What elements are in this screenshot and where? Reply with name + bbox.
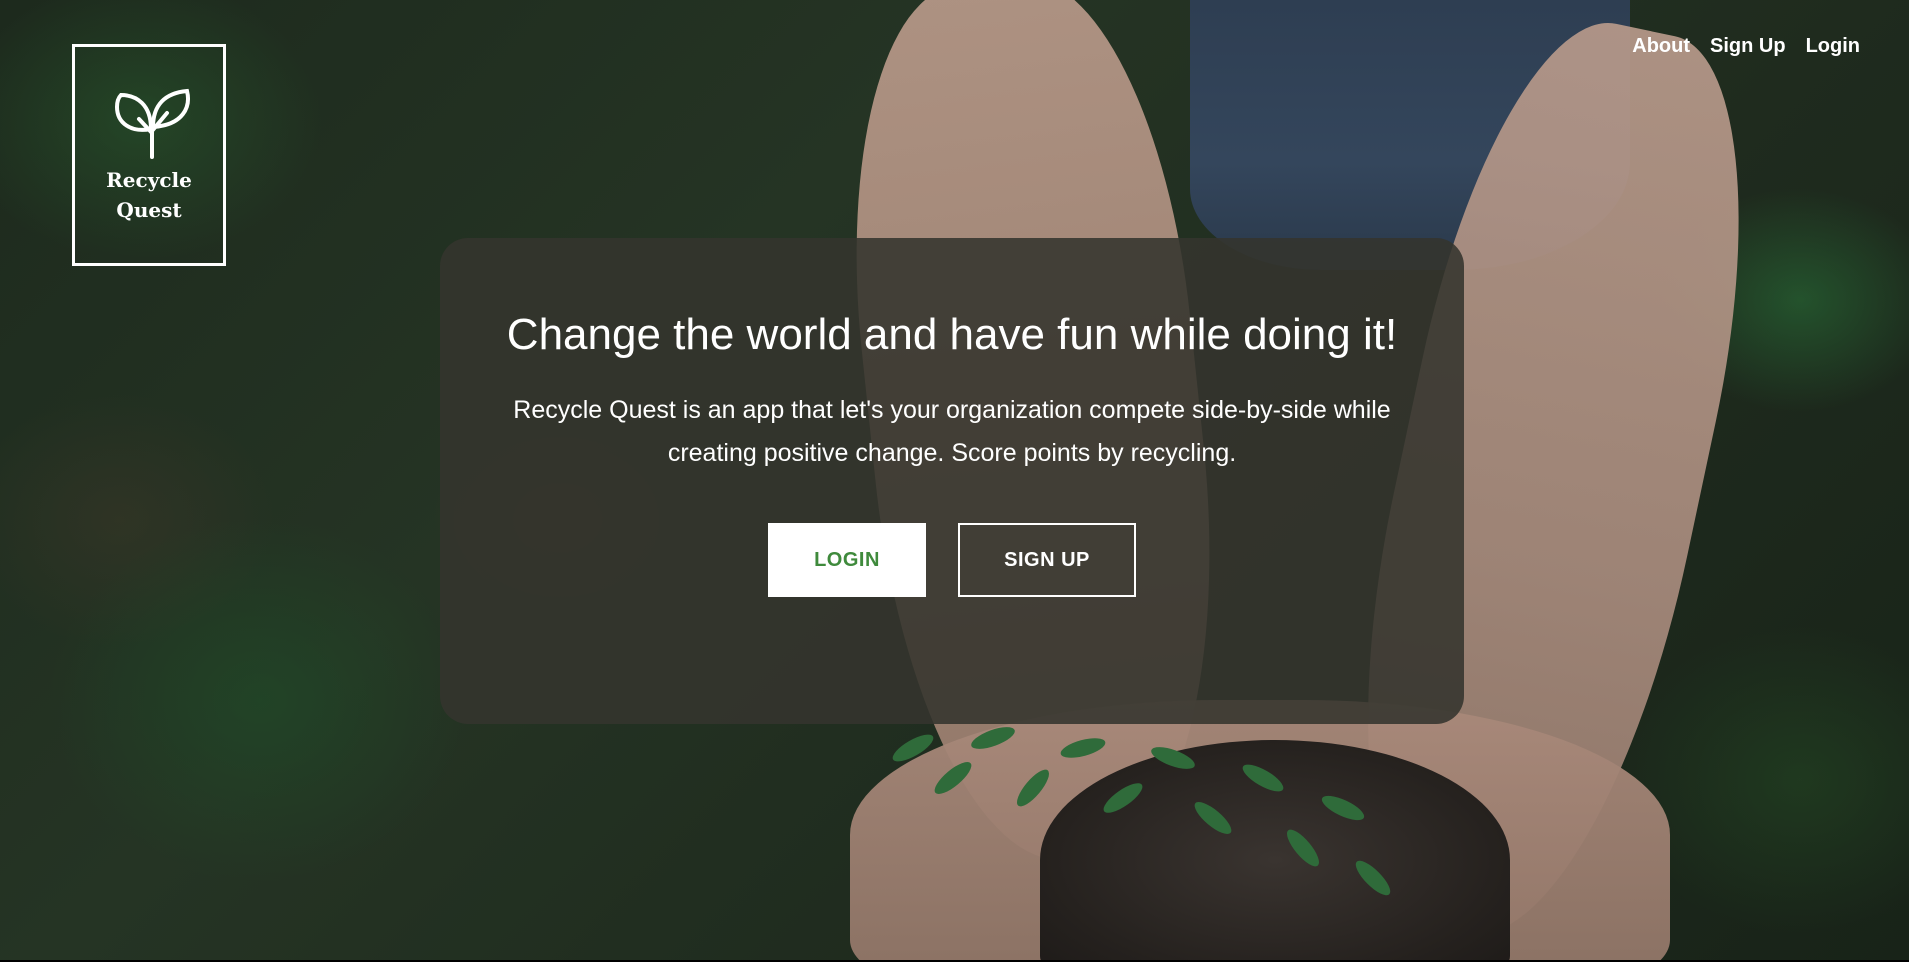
brand-logo[interactable]: Recycle Quest (72, 44, 226, 266)
nav-signup-link[interactable]: Sign Up (1710, 32, 1786, 60)
leaves-icon (114, 88, 190, 159)
landing-page: Recycle Quest About Sign Up Login Change… (0, 0, 1909, 962)
nav-about-link[interactable]: About (1632, 32, 1690, 60)
hero-card: Change the world and have fun while doin… (440, 238, 1464, 724)
brand-name: Recycle Quest (75, 165, 223, 225)
hero-headline: Change the world and have fun while doin… (506, 310, 1398, 359)
login-button[interactable]: LOGIN (768, 523, 926, 597)
hero-description: Recycle Quest is an app that let's your … (513, 396, 1391, 467)
signup-button[interactable]: SIGN UP (958, 523, 1136, 597)
hero-actions: LOGIN SIGN UP (500, 523, 1404, 597)
top-nav: About Sign Up Login (1632, 32, 1860, 60)
background-plant-leaves (870, 700, 1430, 940)
brand-name-line1: Recycle (106, 168, 192, 192)
nav-login-link[interactable]: Login (1806, 32, 1860, 60)
brand-name-line2: Quest (116, 198, 182, 222)
